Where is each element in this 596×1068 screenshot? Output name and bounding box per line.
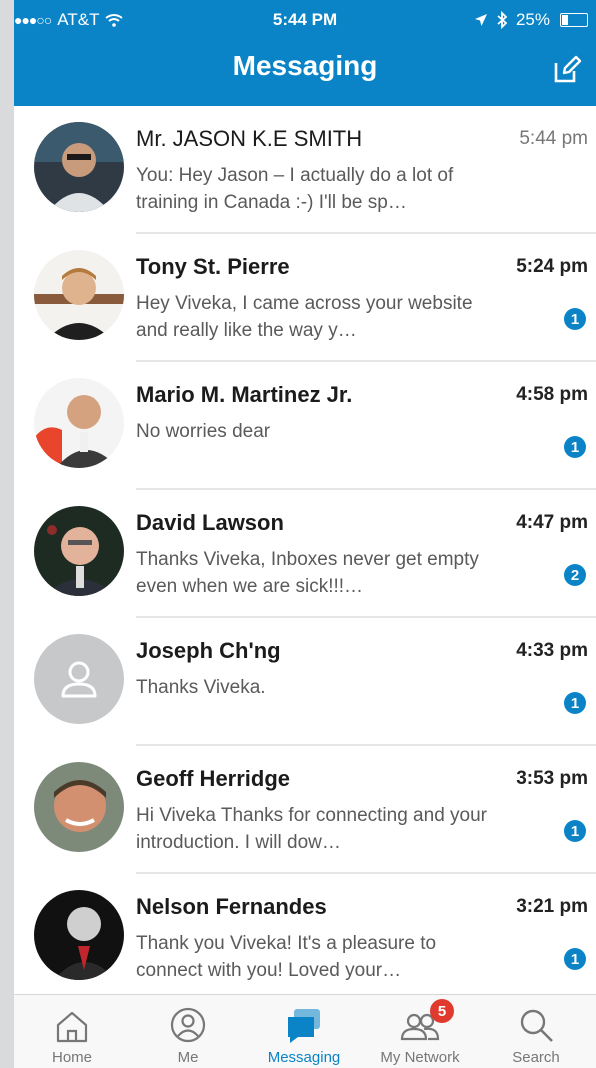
message-preview: Thanks Viveka.: [136, 677, 266, 698]
unread-count-badge: 1: [564, 820, 586, 842]
message-time: 4:33 pm: [516, 640, 588, 661]
messaging-icon: [288, 1009, 320, 1043]
tab-label-messaging: Messaging: [267, 1049, 341, 1066]
tab-label-my-network: My Network: [380, 1049, 460, 1066]
message-preview: You: Hey Jason – I actually do a lot of …: [136, 165, 454, 213]
conversation-list: Mr. JASON K.E SMITH You: Hey Jason – I a…: [14, 106, 596, 1002]
conversation-row[interactable]: Joseph Ch'ng Thanks Viveka. 4:33 pm 1: [14, 618, 596, 746]
message-time: 3:21 pm: [516, 896, 588, 917]
phone-screen: ●●●○○ AT&T 5:44 PM 25% Messaging Mr. JAS…: [14, 0, 596, 1068]
battery-percent: 25%: [515, 10, 550, 29]
contact-name: Mr. JASON K.E SMITH: [136, 126, 363, 151]
tab-label-home: Home: [51, 1049, 92, 1066]
bluetooth-icon: [497, 11, 508, 29]
contact-name: Nelson Fernandes: [136, 894, 327, 919]
search-icon: [520, 1009, 553, 1042]
compose-icon[interactable]: [552, 55, 582, 85]
network-notification-badge: 5: [430, 999, 454, 1023]
message-preview: No worries dear: [136, 421, 271, 442]
message-time: 5:44 pm: [519, 128, 588, 149]
contact-name: David Lawson: [136, 510, 284, 535]
avatar: [34, 122, 124, 212]
page-title: Messaging: [232, 50, 378, 81]
tab-label-me: Me: [177, 1049, 199, 1066]
app-header: ●●●○○ AT&T 5:44 PM 25% Messaging: [14, 0, 596, 106]
contact-name: Joseph Ch'ng: [136, 638, 281, 663]
avatar: [34, 250, 124, 340]
unread-count-badge: 1: [564, 692, 586, 714]
home-icon: [56, 1011, 88, 1043]
message-preview: Hey Viveka, I came across your website a…: [136, 293, 473, 341]
message-time: 3:53 pm: [516, 768, 588, 789]
status-bar: ●●●○○ AT&T 5:44 PM 25%: [14, 0, 596, 40]
placeholder-avatar: [34, 634, 124, 724]
avatar: [34, 890, 124, 980]
message-preview: Hi Viveka Thanks for connecting and your…: [136, 805, 487, 853]
conversation-row[interactable]: Mario M. Martinez Jr. No worries dear 4:…: [14, 362, 596, 490]
location-arrow-icon: [474, 14, 487, 26]
battery-icon: [560, 13, 588, 27]
unread-count-badge: 1: [564, 308, 586, 330]
avatar: [34, 506, 124, 596]
me-icon: [170, 1007, 206, 1043]
conversation-row[interactable]: Tony St. Pierre Hey Viveka, I came acros…: [14, 234, 596, 362]
conversation-row[interactable]: Geoff Herridge Hi Viveka Thanks for conn…: [14, 746, 596, 874]
avatar: [34, 378, 124, 468]
tab-search[interactable]: Search: [478, 995, 594, 1068]
conversation-row[interactable]: Nelson Fernandes Thank you Viveka! It's …: [14, 874, 596, 1002]
contact-name: Tony St. Pierre: [136, 254, 290, 279]
message-preview: Thank you Viveka! It's a pleasure to con…: [136, 933, 437, 981]
contact-name: Mario M. Martinez Jr.: [136, 382, 353, 407]
tab-home[interactable]: Home: [14, 995, 130, 1068]
message-time: 4:58 pm: [516, 384, 588, 405]
tab-me[interactable]: Me: [130, 995, 246, 1068]
contact-name: Geoff Herridge: [136, 766, 291, 791]
tab-bar: Home Me Messaging 5 My Network Search: [14, 994, 596, 1068]
status-right: 25%: [474, 10, 588, 30]
conversation-row[interactable]: David Lawson Thanks Viveka, Inboxes neve…: [14, 490, 596, 618]
unread-count-badge: 1: [564, 948, 586, 970]
tab-my-network[interactable]: 5 My Network: [362, 995, 478, 1068]
unread-count-badge: 2: [564, 564, 586, 586]
message-preview: Thanks Viveka, Inboxes never get empty e…: [136, 549, 479, 597]
conversation-row[interactable]: Mr. JASON K.E SMITH You: Hey Jason – I a…: [14, 106, 596, 234]
tab-messaging[interactable]: Messaging: [246, 995, 362, 1068]
message-time: 4:47 pm: [516, 512, 588, 533]
person-placeholder-icon: [34, 634, 124, 724]
avatar: [34, 762, 124, 852]
tab-label-search: Search: [512, 1049, 560, 1066]
unread-count-badge: 1: [564, 436, 586, 458]
message-time: 5:24 pm: [516, 256, 588, 277]
